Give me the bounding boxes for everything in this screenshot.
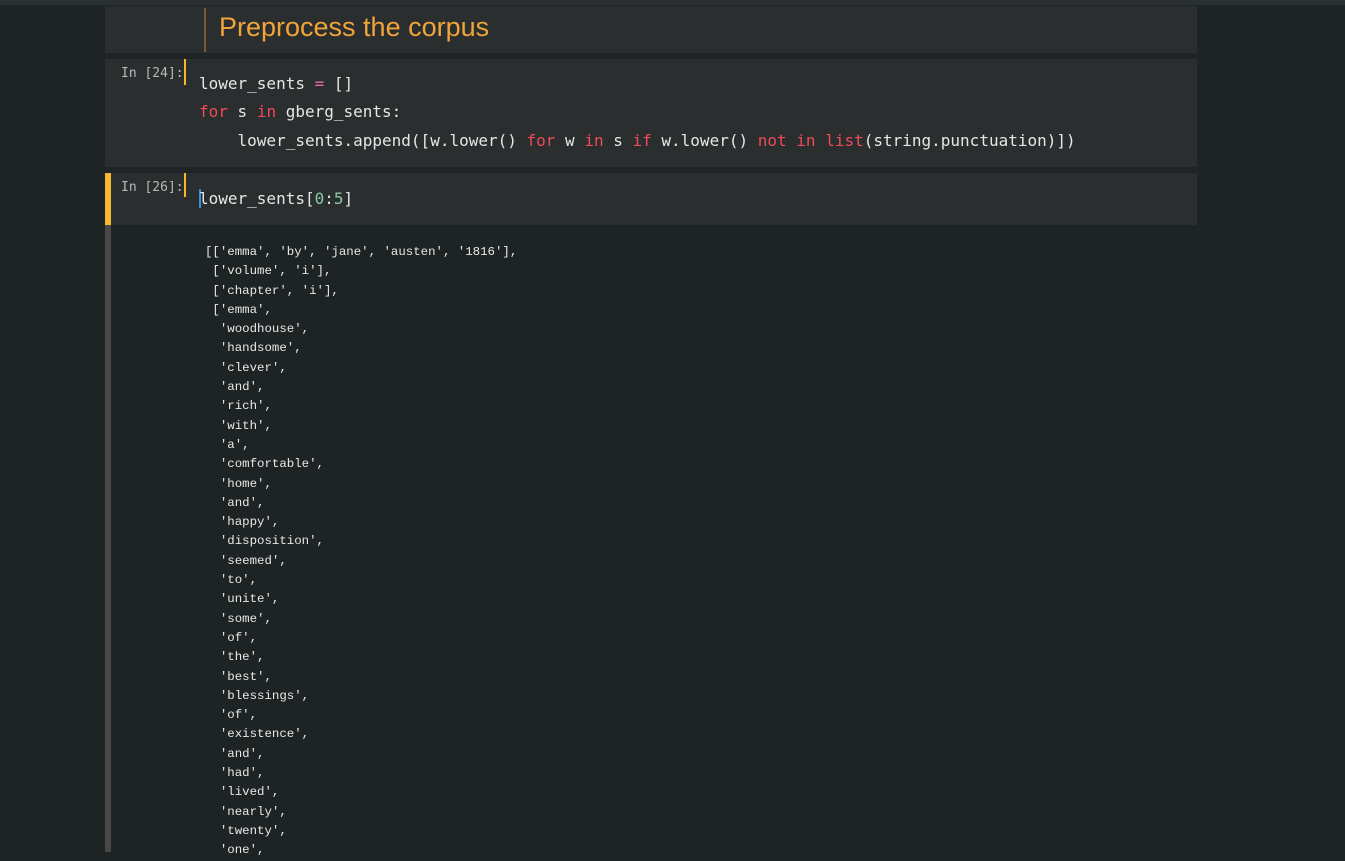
code-token: s (227, 102, 257, 121)
code-token: (string.punctuation)]) (863, 131, 1076, 150)
output-line: 'some', (205, 611, 272, 626)
heading-rule (204, 8, 206, 52)
output-line: 'to', (205, 573, 258, 588)
code-token: in (796, 131, 816, 150)
output-line: 'a', (205, 437, 250, 452)
code-line[interactable]: lower_sents.append([w.lower() for w in s… (199, 131, 1076, 150)
code-cell-26[interactable]: In [26]: lower_sents[0:5] (105, 173, 1197, 225)
output-line: ['chapter', 'i'], (205, 283, 339, 298)
output-line: ['volume', 'i'], (205, 264, 332, 279)
code-line[interactable]: for s in gberg_sents: (199, 102, 401, 121)
output-line: 'clever', (205, 360, 287, 375)
output-line: ['emma', (205, 302, 272, 317)
selected-cell-indicator (105, 173, 111, 225)
code-token: ] (343, 189, 354, 208)
output-line: 'woodhouse', (205, 322, 310, 337)
prompt-marker (184, 59, 186, 85)
code-token: 0 (314, 189, 325, 208)
code-token: : (324, 189, 334, 208)
output-line: 'and', (205, 495, 265, 510)
output-line: 'the', (205, 650, 265, 665)
output-line: [['emma', 'by', 'jane', 'austen', '1816'… (205, 245, 518, 259)
output-line: 'best', (205, 669, 272, 684)
output-line: 'existence', (205, 727, 310, 742)
code-token: in (584, 131, 604, 150)
code-token: not (757, 131, 787, 150)
code-token: w.lower() (651, 131, 758, 150)
output-line: 'home', (205, 476, 272, 491)
code-line[interactable]: lower_sents[0:5] (199, 189, 353, 208)
code-line[interactable]: lower_sents = [] (199, 74, 353, 93)
code-token: list (825, 131, 864, 150)
prompt-marker (184, 173, 186, 197)
code-token: s (603, 131, 633, 150)
cell-prompt: In [24]: (121, 66, 184, 81)
output-line: 'blessings', (205, 688, 310, 703)
code-token: 5 (333, 189, 344, 208)
code-token: lower_sents.append([w.lower() (199, 131, 527, 150)
output-line: 'seemed', (205, 553, 287, 568)
cell-prompt: In [26]: (121, 180, 184, 195)
output-scroll-bar[interactable] (105, 225, 111, 852)
code-token: w (555, 131, 585, 150)
output-line: 'nearly', (205, 804, 287, 819)
output-line: 'unite', (205, 592, 280, 607)
markdown-cell[interactable]: Preprocess the corpus (105, 6, 1197, 53)
code-token: lower_sents[ (199, 189, 315, 208)
output-line: 'one', (205, 843, 265, 858)
top-border (0, 0, 1345, 5)
code-token: = (314, 74, 325, 93)
section-heading: Preprocess the corpus (219, 12, 490, 42)
cell-output: [['emma', 'by', 'jane', 'austen', '1816'… (205, 243, 517, 861)
code-token: [] (324, 74, 354, 93)
output-line: 'disposition', (205, 534, 324, 549)
output-line: 'twenty', (205, 823, 287, 838)
output-line: 'of', (205, 708, 258, 723)
output-line: 'lived', (205, 785, 280, 800)
output-line: 'comfortable', (205, 457, 324, 472)
code-token: if (632, 131, 652, 150)
output-line: 'of', (205, 630, 258, 645)
output-line: 'rich', (205, 399, 272, 414)
output-line: 'and', (205, 380, 265, 395)
output-line: 'had', (205, 766, 265, 781)
output-line: 'with', (205, 418, 272, 433)
output-line: 'handsome', (205, 341, 302, 356)
code-token: for (199, 102, 228, 121)
code-token: in (256, 102, 277, 121)
output-line: 'happy', (205, 515, 280, 530)
code-token: gberg_sents: (276, 102, 402, 121)
code-token: for (526, 131, 556, 150)
output-line: 'and', (205, 746, 265, 761)
code-cell-24[interactable]: In [24]: lower_sents = [] for s in gberg… (105, 59, 1197, 167)
code-token: lower_sents (199, 74, 315, 93)
